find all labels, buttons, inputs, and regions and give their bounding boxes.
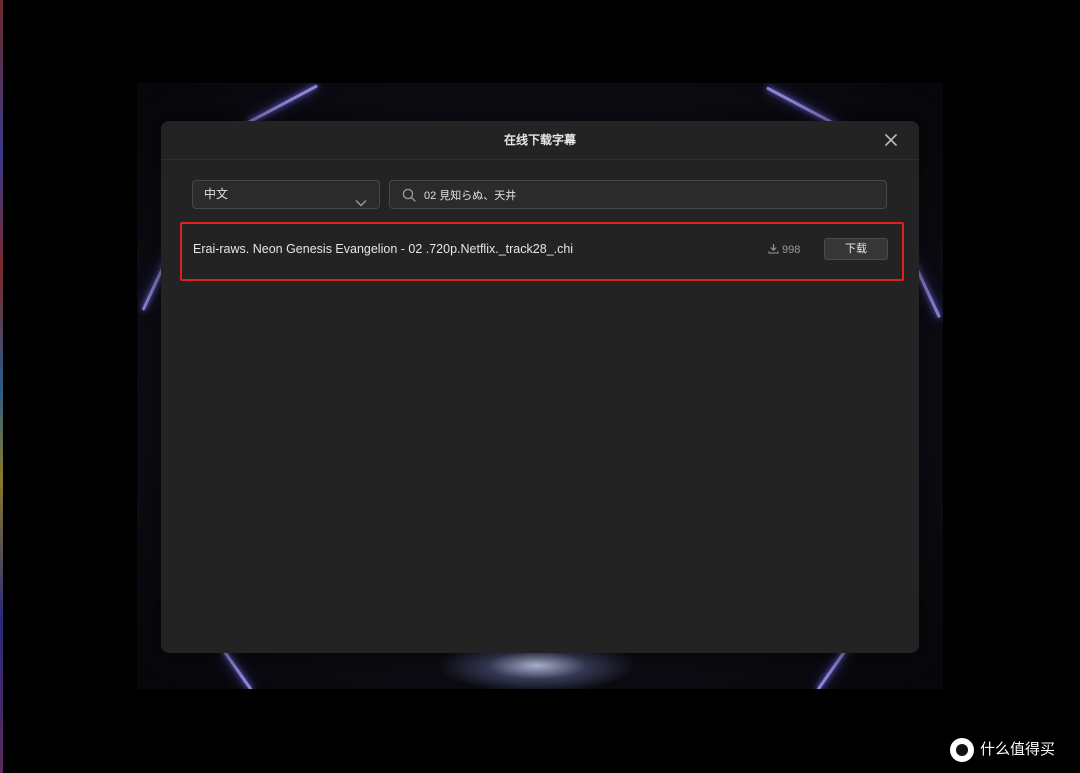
search-box[interactable] xyxy=(389,180,887,209)
search-input[interactable] xyxy=(424,181,874,208)
download-icon xyxy=(768,244,779,254)
neon-light-6 xyxy=(816,648,848,689)
download-count: 998 xyxy=(768,243,800,256)
desktop-edge-strip xyxy=(0,0,3,773)
subtitle-filename: Erai-raws. Neon Genesis Evangelion - 02 … xyxy=(193,242,574,256)
language-select[interactable]: 中文 xyxy=(192,180,380,209)
search-icon xyxy=(402,188,416,202)
download-button[interactable]: 下载 xyxy=(824,238,888,260)
download-count-value: 998 xyxy=(782,244,801,256)
subtitle-download-dialog: 在线下载字幕 中文 Erai-raws. Neon Genesis Evange… xyxy=(161,121,919,653)
dialog-title: 在线下载字幕 xyxy=(161,121,919,160)
subtitle-result-row: Erai-raws. Neon Genesis Evangelion - 02 … xyxy=(180,222,904,281)
chevron-down-icon xyxy=(355,190,367,207)
watermark-logo xyxy=(950,738,974,763)
neon-light-1 xyxy=(245,84,319,125)
watermark-text: 什么值得买 xyxy=(980,741,1056,758)
watermark: 什么值得买 xyxy=(950,737,1055,763)
close-icon[interactable] xyxy=(883,132,899,148)
neon-light-5 xyxy=(221,648,253,689)
bottom-light-glow xyxy=(437,653,637,689)
language-select-value: 中文 xyxy=(204,187,229,201)
